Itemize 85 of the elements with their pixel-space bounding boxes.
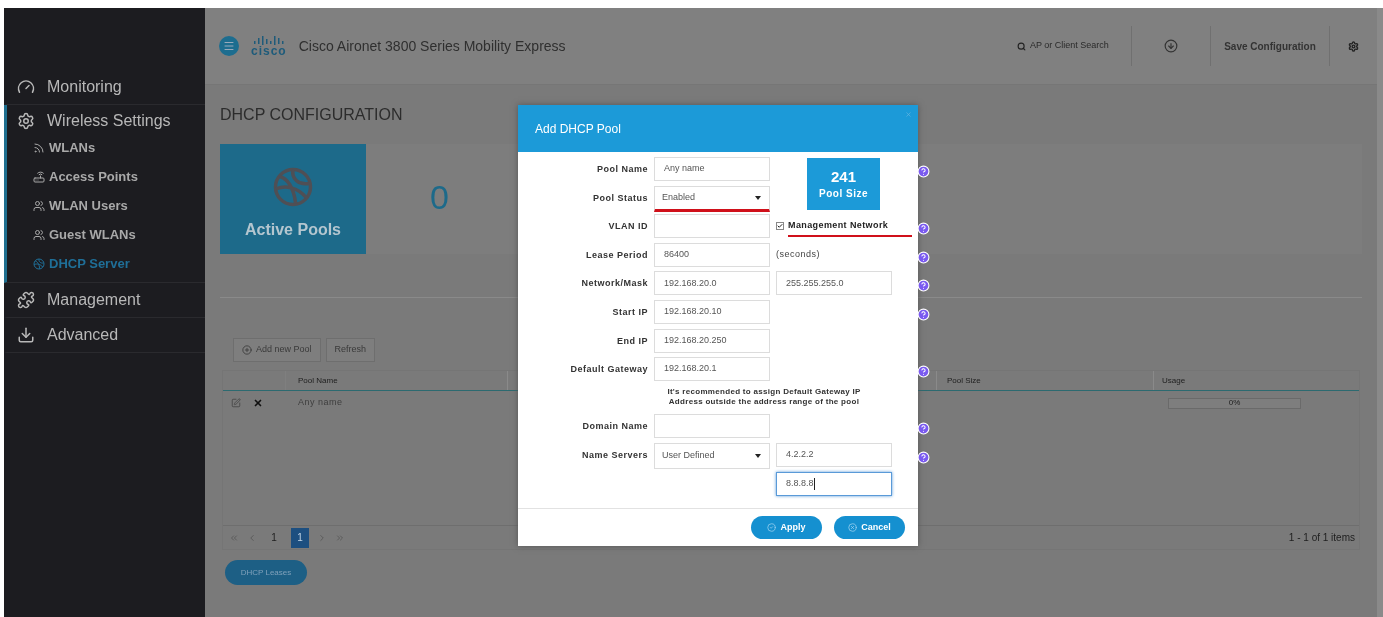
input-field[interactable]: 255.255.255.0 <box>776 271 892 296</box>
field-label: VLAN ID <box>608 220 648 234</box>
gateway-note: It's recommended to assign Default Gateway IP Address outside the address range of the pool <box>666 385 862 408</box>
input-field[interactable]: 192.168.20.1 <box>654 357 770 382</box>
sidebar-subitem[interactable]: WLAN Users <box>7 191 205 220</box>
ball-icon <box>33 257 45 270</box>
app-title: Cisco Aironet 3800 Series Mobility Express <box>298 36 566 56</box>
pool-count: 0 <box>430 177 449 218</box>
cancel-button[interactable]: Cancel <box>834 516 905 539</box>
help-icon[interactable] <box>916 365 930 379</box>
field-label: Lease Period <box>585 248 648 262</box>
users-icon <box>33 228 45 241</box>
settings-icon <box>1348 40 1359 52</box>
field-label: Start IP <box>612 305 648 319</box>
plus-icon <box>242 345 252 355</box>
help-icon[interactable] <box>916 450 930 464</box>
sidebar-item[interactable]: Wireless Settings <box>7 105 205 133</box>
field-label: Default Gateway <box>570 363 648 377</box>
help-icon[interactable] <box>916 222 930 236</box>
checkbox[interactable] <box>776 222 784 231</box>
dropdown-icon <box>755 195 761 200</box>
download-icon <box>1164 39 1178 53</box>
help-icon[interactable] <box>916 165 930 178</box>
rss-icon <box>33 141 45 154</box>
logo: cisco <box>251 35 287 57</box>
select-field[interactable]: Enabled <box>654 185 770 212</box>
items-count: 1 - 1 of 1 items <box>1288 531 1356 545</box>
input-field[interactable]: 8.8.8.8 <box>776 471 892 496</box>
pool-size-value: 241 <box>831 167 856 186</box>
delete-icon[interactable] <box>253 398 263 408</box>
active-pools-card: Active Pools <box>220 144 366 254</box>
help-icon[interactable] <box>916 422 930 436</box>
sidebar-item[interactable]: Monitoring <box>7 70 205 104</box>
field-label: Pool Status <box>593 191 648 205</box>
field-label: Network/Mask <box>581 277 648 291</box>
sidebar-subitem[interactable]: Guest WLANs <box>7 220 205 249</box>
check-icon <box>767 523 777 532</box>
input-field[interactable]: 192.168.20.10 <box>654 299 770 324</box>
input-field[interactable]: 192.168.20.0 <box>654 271 770 296</box>
checkbox-label: Management Network <box>788 218 912 238</box>
pool-size-label: Pool Size <box>819 186 868 201</box>
help-icon[interactable] <box>916 279 930 293</box>
page-button[interactable]: 1 <box>265 527 283 548</box>
close-icon <box>848 523 858 532</box>
page-button[interactable]: 1 <box>291 527 309 548</box>
input-field[interactable] <box>654 414 770 439</box>
sidebar-item[interactable]: Advanced <box>7 318 205 352</box>
apply-button[interactable]: Apply <box>751 516 822 539</box>
field-label: Name Servers <box>581 448 648 462</box>
column-header: Pool Name <box>286 371 508 390</box>
input-field[interactable]: 86400 <box>654 242 770 267</box>
usage-bar: 0% <box>1168 397 1301 409</box>
download-icon <box>17 326 35 344</box>
sidebar-item[interactable]: Management <box>7 283 205 317</box>
dropdown-icon <box>755 453 761 458</box>
bars-icon <box>253 35 284 45</box>
column-header: Pool Size <box>936 371 1154 390</box>
gauge-icon <box>17 78 35 96</box>
unit-label: (seconds) <box>776 247 820 261</box>
page-title: DHCP CONFIGURATION <box>220 105 403 125</box>
sidebar-subitem[interactable]: WLANs <box>7 133 205 162</box>
input-field[interactable] <box>654 214 770 239</box>
menu-icon <box>223 40 235 52</box>
column-header: Usage <box>1161 374 1187 387</box>
search-field[interactable]: AP or Client Search <box>1017 39 1127 53</box>
help-icon[interactable] <box>916 307 930 321</box>
search-icon <box>1017 41 1026 51</box>
help-icon[interactable] <box>916 250 930 264</box>
input-field[interactable]: 4.2.2.2 <box>776 442 892 467</box>
field-label: Pool Name <box>597 163 648 176</box>
menu-button[interactable] <box>219 36 239 56</box>
puzzle-icon <box>17 291 35 309</box>
input-field[interactable]: Any name <box>654 157 770 181</box>
ball-icon <box>272 166 314 208</box>
input-field[interactable]: 192.168.20.250 <box>654 328 770 353</box>
dialog-title: Add DHCP Pool <box>535 120 621 138</box>
field-label: End IP <box>617 334 648 348</box>
field-label: Domain Name <box>582 420 648 434</box>
sidebar-subitem[interactable]: Access Points <box>7 162 205 191</box>
gear-icon <box>17 112 35 130</box>
select-field[interactable]: User Defined <box>654 442 770 469</box>
router-icon <box>33 170 45 183</box>
users-icon <box>33 199 45 212</box>
check-icon <box>777 222 783 231</box>
edit-icon[interactable] <box>231 398 241 408</box>
